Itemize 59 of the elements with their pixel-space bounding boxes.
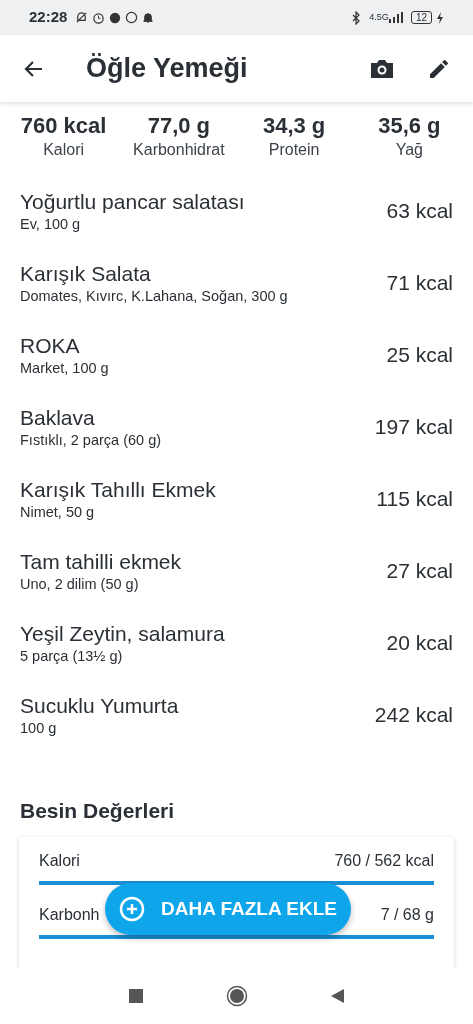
- bluetooth-icon: [351, 10, 362, 25]
- food-row[interactable]: Karışık Salata Domates, Kıvırc, K.Lahana, Soğan, 300 g 71 kcal: [0, 247, 473, 319]
- food-name: ROKA: [20, 332, 81, 359]
- clock-time: 22:28: [29, 7, 68, 28]
- section-title: Besin Değerleri: [19, 798, 176, 824]
- food-calories: 197 kcal: [374, 414, 453, 441]
- nutrient-label: Kalori: [39, 850, 80, 871]
- food-row[interactable]: Yoğurtlu pancar salatası Ev, 100 g 63 kcal: [0, 175, 473, 247]
- food-calories: 115 kcal: [376, 486, 453, 513]
- food-detail: Domates, Kıvırc, K.Lahana, Soğan, 300 g: [20, 286, 289, 306]
- food-row[interactable]: Yeşil Zeytin, salamura 5 parça (13½ g) 20 kcal: [0, 607, 473, 679]
- food-calories: 63 kcal: [386, 198, 453, 225]
- food-row[interactable]: ROKA Market, 100 g 25 kcal: [0, 319, 473, 391]
- bell-icon: [142, 11, 155, 24]
- food-calories: 25 kcal: [386, 342, 453, 369]
- summary-value: 77,0 g: [147, 112, 211, 140]
- food-detail: Ev, 100 g: [20, 214, 82, 234]
- food-row[interactable]: Sucuklu Yumurta 100 g 242 kcal: [0, 679, 473, 751]
- food-name: Tam tahilli ekmek: [20, 548, 183, 575]
- bell-off-icon: [75, 11, 89, 24]
- signal-icon: [388, 12, 403, 23]
- food-calories: 27 kcal: [386, 558, 453, 585]
- battery-level: 12: [410, 11, 432, 24]
- summary-label: Protein: [268, 140, 320, 160]
- alarm-icon: [92, 11, 106, 24]
- food-detail: Market, 100 g: [20, 358, 110, 378]
- food-detail: Nimet, 50 g: [20, 502, 96, 522]
- food-detail: 100 g: [20, 718, 58, 738]
- food-name: Karışık Tahıllı Ekmek: [20, 476, 217, 503]
- food-name: Sucuklu Yumurta: [20, 692, 180, 719]
- plus-circle-icon: [119, 896, 145, 922]
- home-icon[interactable]: [225, 985, 248, 1007]
- food-name: Karışık Salata: [20, 260, 152, 287]
- summary-value: 34,3 g: [262, 112, 326, 140]
- nutrient-value: 7 / 68 g: [380, 904, 434, 925]
- food-name: Yeşil Zeytin, salamura: [20, 620, 226, 647]
- food-calories: 242 kcal: [374, 702, 453, 729]
- summary-value: 35,6 g: [378, 112, 441, 140]
- food-detail: Uno, 2 dilim (50 g): [20, 574, 140, 594]
- summary-label: Karbonhidrat: [133, 140, 225, 160]
- food-name: Yoğurtlu pancar salatası: [20, 188, 246, 215]
- food-detail: 5 parça (13½ g): [20, 646, 124, 666]
- food-calories: 20 kcal: [386, 630, 453, 657]
- page-title: Öğle Yemeği: [86, 52, 248, 86]
- nutrient-value: 760 / 562 kcal: [334, 850, 434, 871]
- food-row[interactable]: Tam tahilli ekmek Uno, 2 dilim (50 g) 27 kcal: [0, 535, 473, 607]
- summary-label: Kalori: [43, 140, 85, 160]
- food-detail: Fıstıklı, 2 parça (60 g): [20, 430, 163, 450]
- food-name: Baklava: [20, 404, 96, 431]
- nutrient-label: Karbonh: [39, 904, 100, 925]
- summary-value: 760 kcal: [20, 112, 107, 140]
- summary-label: Yağ: [395, 140, 423, 160]
- recents-icon[interactable]: [127, 988, 144, 1004]
- food-row[interactable]: Baklava Fıstıklı, 2 parça (60 g) 197 kcal: [0, 391, 473, 463]
- back-nav-icon[interactable]: [329, 988, 346, 1004]
- food-row[interactable]: Karışık Tahıllı Ekmek Nimet, 50 g 115 kcal: [0, 463, 473, 535]
- food-calories: 71 kcal: [386, 270, 453, 297]
- charging-icon: [436, 11, 444, 24]
- network-label: 4.5G: [369, 13, 389, 22]
